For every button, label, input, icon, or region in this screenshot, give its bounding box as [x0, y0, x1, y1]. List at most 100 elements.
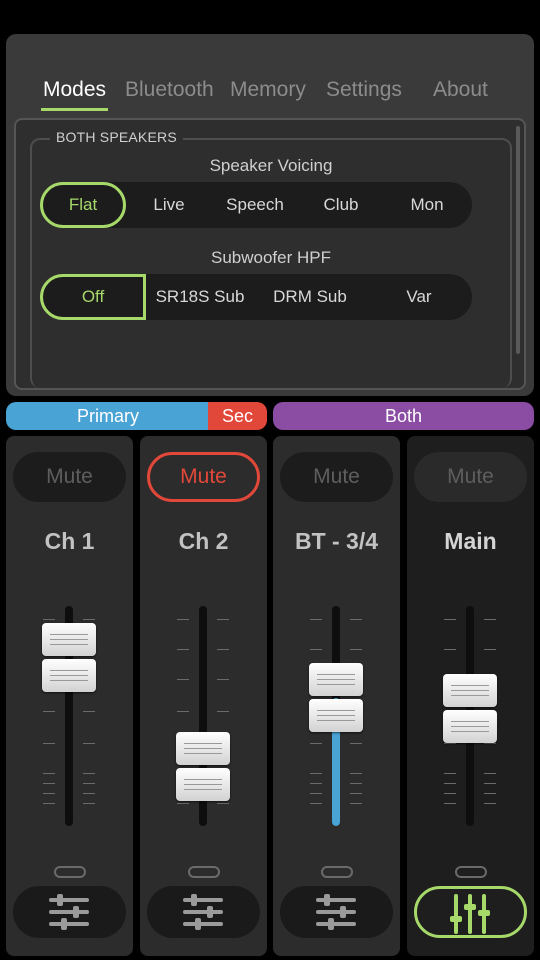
fader-tick [444, 803, 456, 804]
voicing-option-mon[interactable]: Mon [384, 182, 470, 228]
fader-tick [43, 743, 55, 744]
hpf-option-off[interactable]: Off [40, 274, 146, 320]
mute-button[interactable]: Mute [13, 452, 126, 502]
eq-settings-button[interactable] [280, 886, 393, 938]
channel-strip-ch1: Mute Ch 1 [6, 436, 133, 956]
tab-about[interactable]: About [433, 78, 488, 102]
fader-tick [350, 803, 362, 804]
eq-settings-button[interactable] [147, 886, 260, 938]
modes-content: BOTH SPEAKERS Speaker Voicing Flat Live … [14, 118, 526, 390]
voicing-option-club[interactable]: Club [298, 182, 384, 228]
fader-tick [217, 649, 229, 650]
fader-tick [83, 743, 95, 744]
fader-tick [177, 679, 189, 680]
hpf-option-var[interactable]: Var [366, 274, 472, 320]
fader[interactable] [407, 606, 534, 828]
fader-tick [43, 711, 55, 712]
fader-cap[interactable] [443, 674, 497, 744]
fader-tick [83, 793, 95, 794]
fader-tick [43, 773, 55, 774]
fader-tick [484, 783, 496, 784]
indicator-pill [321, 866, 353, 878]
fader-tick [310, 773, 322, 774]
fader-tick [350, 773, 362, 774]
fader-tick [83, 803, 95, 804]
fader-tick [83, 711, 95, 712]
speaker-voicing-label: Speaker Voicing [209, 156, 333, 175]
fader-cap[interactable] [42, 622, 96, 693]
hpf-option-sr18s-sub[interactable]: SR18S Sub [146, 274, 254, 320]
channel-strip-bt: Mute BT - 3/4 [273, 436, 400, 956]
hpf-option-drm-sub[interactable]: DRM Sub [254, 274, 366, 320]
fader-tick [177, 711, 189, 712]
fader-cap[interactable] [309, 663, 363, 733]
tab-memory[interactable]: Memory [230, 78, 306, 102]
fader-tick [177, 649, 189, 650]
channel-name: Ch 2 [178, 528, 229, 554]
fader-tick [444, 649, 456, 650]
subwoofer-hpf-label: Subwoofer HPF [211, 248, 331, 267]
channel-name: Ch 1 [44, 528, 95, 554]
voicing-option-live[interactable]: Live [126, 182, 212, 228]
fader-tick [484, 773, 496, 774]
fader-tick [43, 783, 55, 784]
channel-name: BT - 3/4 [294, 528, 379, 554]
fader[interactable] [273, 606, 400, 828]
fader-tick [43, 793, 55, 794]
fader-tick [310, 649, 322, 650]
fader-tick [217, 803, 229, 804]
fader-tick [217, 619, 229, 620]
fader-cap[interactable] [176, 732, 230, 802]
tab-bluetooth[interactable]: Bluetooth [125, 78, 214, 102]
mute-button[interactable]: Mute [414, 452, 527, 502]
fader-tick [83, 773, 95, 774]
fader-tick [350, 619, 362, 620]
tab-modes[interactable]: Modes [40, 78, 109, 111]
both-speakers-group: BOTH SPEAKERS Speaker Voicing Flat Live … [30, 129, 512, 388]
eq-settings-button[interactable] [13, 886, 126, 938]
primary-mode-button[interactable]: Primary [6, 402, 210, 430]
channel-strip-ch2: Mute Ch 2 [140, 436, 267, 956]
both-mode-button[interactable]: Both [273, 402, 534, 430]
subwoofer-hpf-selector: Off SR18S Sub DRM Sub Var [40, 274, 472, 320]
fader[interactable] [140, 606, 267, 828]
indicator-pill [188, 866, 220, 878]
sliders-icon [316, 894, 356, 930]
sliders-icon [49, 894, 89, 930]
fader-tick [310, 803, 322, 804]
fader-tick [310, 619, 322, 620]
tab-settings[interactable]: Settings [326, 78, 402, 102]
fader-tick [217, 679, 229, 680]
tab-bar: Modes Bluetooth Memory Settings About [6, 78, 534, 118]
fader-tick [444, 619, 456, 620]
fader-tick [484, 793, 496, 794]
fader-tick [217, 711, 229, 712]
fader-tick [350, 743, 362, 744]
speaker-voicing-selector: Flat Live Speech Club Mon [40, 182, 472, 228]
fader-tick [444, 773, 456, 774]
voicing-option-speech[interactable]: Speech [212, 182, 298, 228]
voicing-option-flat[interactable]: Flat [40, 182, 126, 228]
fader-tick [310, 793, 322, 794]
channel-name: Main [444, 528, 497, 554]
fader-tick [83, 619, 95, 620]
fader-tick [43, 619, 55, 620]
fader-tick [350, 783, 362, 784]
group-title: BOTH SPEAKERS [50, 129, 183, 145]
fader-tick [310, 743, 322, 744]
fader-tick [444, 793, 456, 794]
fader-tick [43, 803, 55, 804]
sec-mode-button[interactable]: Sec [208, 402, 267, 430]
fader-tick [350, 649, 362, 650]
main-settings-button[interactable] [414, 886, 527, 938]
channel-strip-main: Mute Main [407, 436, 534, 956]
mute-button[interactable]: Mute [147, 452, 260, 502]
fader-tick [177, 803, 189, 804]
settings-panel: Modes Bluetooth Memory Settings About BO… [6, 34, 534, 396]
fader-tick [83, 783, 95, 784]
fader[interactable] [6, 606, 133, 828]
fader-tick [177, 619, 189, 620]
mute-button[interactable]: Mute [280, 452, 393, 502]
scrollbar[interactable] [516, 126, 520, 354]
fader-tick [310, 783, 322, 784]
